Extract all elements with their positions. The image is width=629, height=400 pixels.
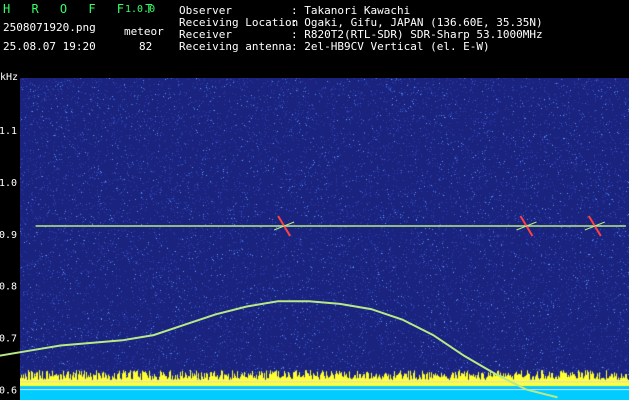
y-tick-label: 0.7: [0, 334, 17, 345]
y-tick-label: 1.0: [0, 178, 17, 189]
y-tick-label: 0.8: [0, 282, 17, 293]
y-tick-label: 0.9: [0, 230, 17, 241]
spectrogram-plot: [20, 78, 629, 400]
y-tick-label: 0.6: [0, 386, 17, 397]
y-tick-label: 1.1: [0, 126, 17, 137]
